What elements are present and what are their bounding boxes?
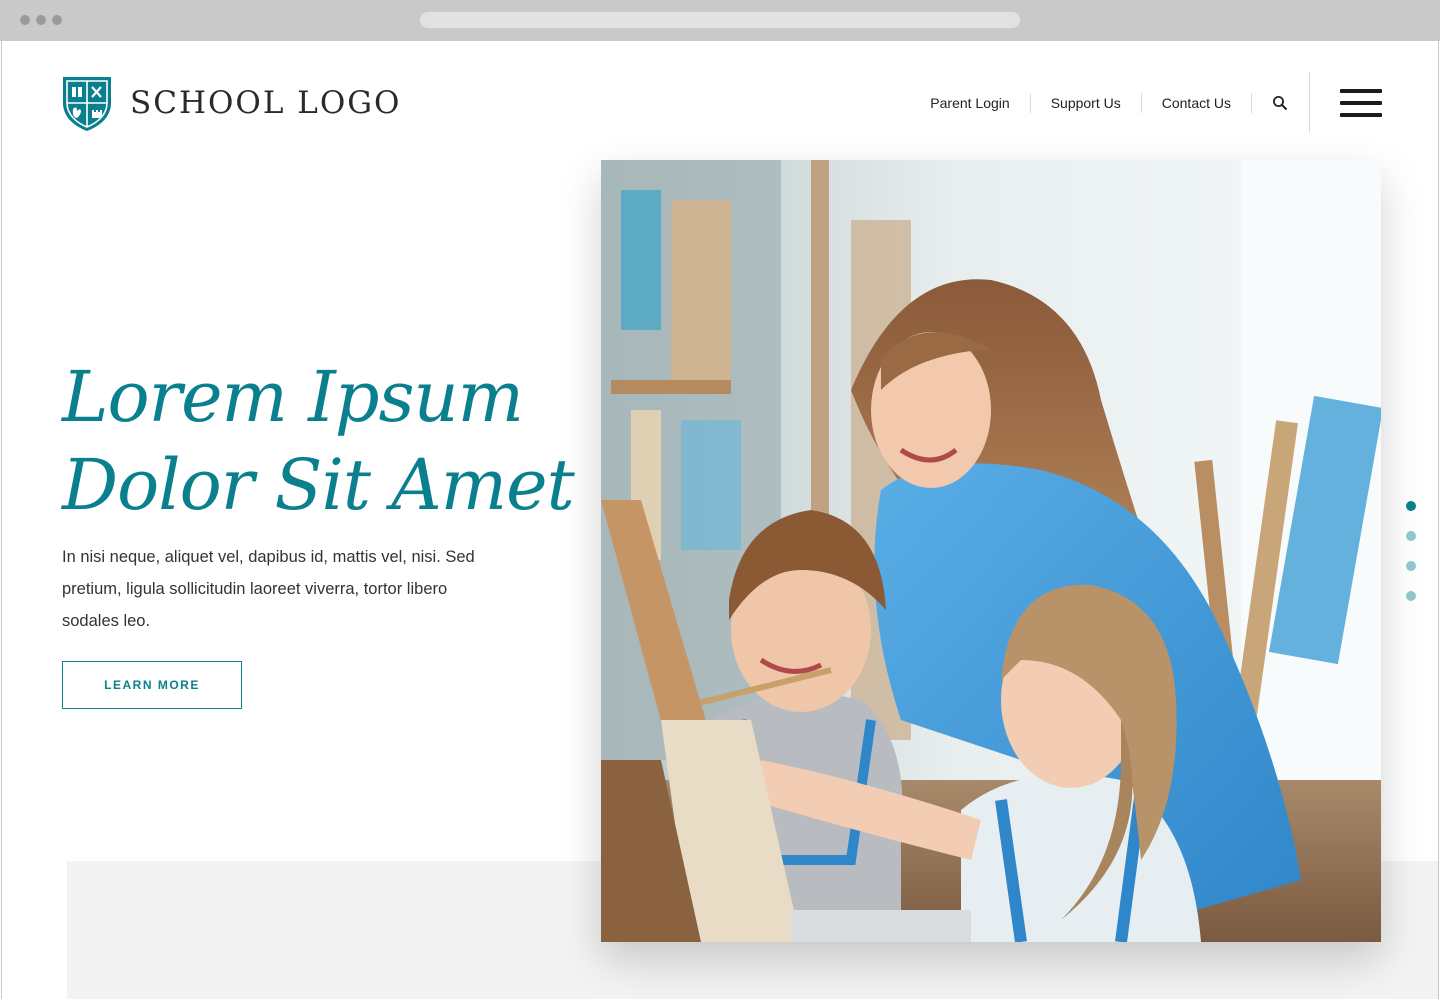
slider-pagination	[1406, 501, 1416, 601]
slider-dot-3[interactable]	[1406, 561, 1416, 571]
hero-description: In nisi neque, aliquet vel, dapibus id, …	[62, 548, 475, 630]
menu-bar	[1340, 113, 1382, 117]
window-controls	[20, 15, 62, 25]
menu-bar	[1340, 101, 1382, 105]
browser-chrome	[0, 0, 1440, 41]
shield-crest-icon	[63, 77, 111, 131]
slider-dot-2[interactable]	[1406, 531, 1416, 541]
window-dot[interactable]	[36, 15, 46, 25]
hamburger-menu-icon[interactable]	[1340, 89, 1382, 117]
window-dot[interactable]	[20, 15, 30, 25]
classroom-art-photo	[601, 160, 1381, 942]
slider-dot-4[interactable]	[1406, 591, 1416, 601]
hero-photo	[601, 160, 1381, 942]
header-divider	[1309, 72, 1310, 133]
logo-text: SCHOOL LOGO	[130, 85, 402, 121]
nav-contact-us[interactable]: Contact Us	[1142, 93, 1251, 113]
learn-more-button[interactable]: LEARN MORE	[62, 661, 242, 709]
nav-support-us[interactable]: Support Us	[1031, 93, 1141, 113]
top-nav: Parent Login Support Us Contact Us	[910, 93, 1288, 113]
page-viewport: SCHOOL LOGO Parent Login Support Us Cont…	[1, 41, 1439, 999]
hero-title: Lorem Ipsum Dolor Sit Amet	[62, 353, 582, 529]
search-button[interactable]	[1252, 95, 1288, 111]
window-dot[interactable]	[52, 15, 62, 25]
menu-bar	[1340, 89, 1382, 93]
search-icon	[1273, 96, 1288, 111]
school-logo[interactable]: SCHOOL LOGO	[60, 73, 401, 133]
slider-dot-1[interactable]	[1406, 501, 1416, 511]
address-bar[interactable]	[420, 12, 1020, 28]
hero-title-line-1: Lorem Ipsum	[62, 356, 524, 438]
nav-parent-login[interactable]: Parent Login	[910, 93, 1029, 113]
hero-title-line-2: Dolor Sit Amet	[62, 444, 575, 526]
